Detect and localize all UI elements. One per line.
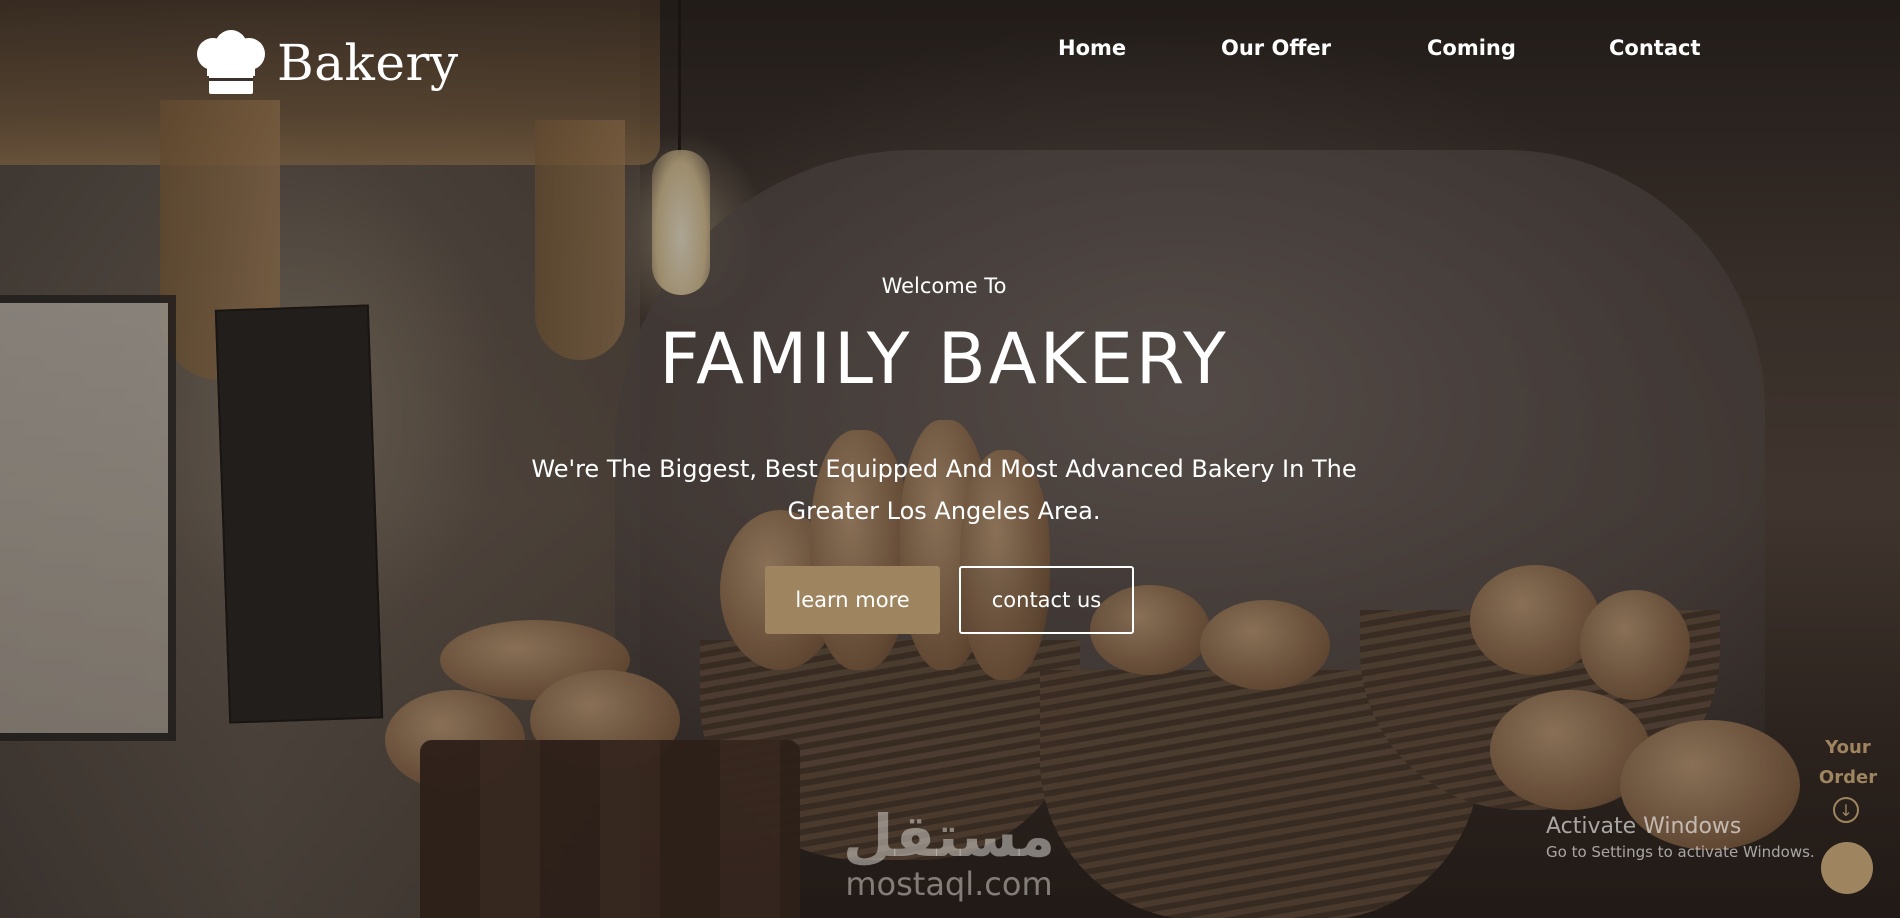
arrow-down-circle-icon[interactable]: ↓: [1833, 797, 1859, 823]
activate-windows-title: Activate Windows: [1546, 814, 1742, 839]
nav-home[interactable]: Home: [1058, 36, 1158, 60]
activate-windows-notice: Activate Windows Go to Settings to activ…: [1546, 814, 1815, 861]
hero-subtitle: We're The Biggest, Best Equipped And Mos…: [531, 455, 1357, 525]
activate-windows-subtitle: Go to Settings to activate Windows.: [1546, 843, 1815, 861]
nav-coming[interactable]: Coming: [1427, 36, 1547, 60]
order-fab-button[interactable]: [1821, 842, 1873, 894]
learn-more-button[interactable]: learn more: [765, 566, 940, 634]
hero-title: FAMILY BAKERY: [659, 318, 1229, 400]
chef-hat-icon: [197, 30, 265, 94]
your-order-label[interactable]: Your Order: [1808, 733, 1888, 793]
brand-logo[interactable]: Bakery: [193, 30, 459, 96]
nav-our-offer[interactable]: Our Offer: [1221, 36, 1361, 60]
nav-contact[interactable]: Contact: [1609, 36, 1729, 60]
brand-name: Bakery: [277, 34, 459, 92]
contact-us-button[interactable]: contact us: [959, 566, 1134, 634]
mostaql-watermark: مستقل mostaql.com: [834, 805, 1064, 901]
hero-welcome: Welcome To: [881, 274, 1007, 298]
watermark-arabic: مستقل: [842, 802, 1056, 870]
watermark-latin: mostaql.com: [845, 865, 1053, 903]
